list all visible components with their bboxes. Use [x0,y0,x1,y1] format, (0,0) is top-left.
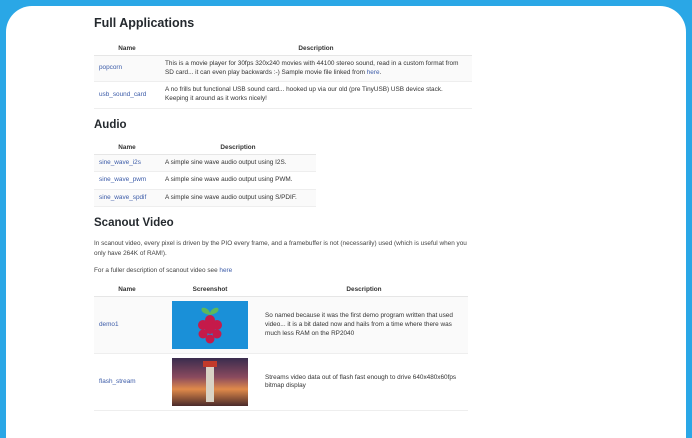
table-row: sine_wave_pwm A simple sine wave audio o… [94,171,316,190]
name-cell: popcorn [94,55,160,83]
table-header-row: Name Description [94,42,472,56]
description-text: This is a movie player for 30fps 320x240… [165,60,459,76]
table-row: popcorn This is a movie player for 30fps… [94,55,472,83]
name-cell: sine_wave_i2s [94,154,160,173]
scanout-table: Name Screenshot Description demo1 So nam… [94,283,468,412]
header-name: Name [94,42,160,56]
name-cell: usb_sound_card [94,81,160,109]
name-cell: sine_wave_pwm [94,171,160,190]
header-screenshot: Screenshot [160,283,260,298]
link-usb-sound-card[interactable]: usb_sound_card [99,91,146,98]
scanout-fuller-description: For a fuller description of scanout vide… [94,266,478,275]
screenshot-cell [160,353,260,412]
header-description: Description [160,42,472,56]
link-sine-wave-spdif[interactable]: sine_wave_spdif [99,194,146,201]
audio-table: Name Description sine_wave_i2s A simple … [94,140,316,208]
page-card: Full Applications Name Description popco… [6,6,686,438]
description-cell: Streams video data out of flash fast eno… [260,353,468,412]
header-name: Name [94,140,160,155]
full-applications-table: Name Description popcorn This is a movie… [94,42,472,109]
screenshot-cell [160,296,260,355]
description-cell: A no frills but functional USB sound car… [160,81,472,109]
section-title-full-applications: Full Applications [94,16,195,30]
link-sine-wave-i2s[interactable]: sine_wave_i2s [99,159,141,166]
name-cell: flash_stream [94,353,160,412]
header-description: Description [260,283,468,298]
section-title-audio: Audio [94,118,127,131]
link-here-scanout[interactable]: here [219,267,232,274]
table-row: sine_wave_i2s A simple sine wave audio o… [94,154,316,173]
table-row: demo1 So named because it was the first … [94,296,468,355]
table-header-row: Name Description [94,140,316,155]
link-here-sample-movie[interactable]: here [367,69,380,76]
lighthouse-photo-icon [172,358,248,407]
description-cell: A simple sine wave audio output using PW… [160,171,316,190]
name-cell: demo1 [94,296,160,355]
table-row: usb_sound_card A no frills but functiona… [94,81,472,109]
fuller-text: For a fuller description of scanout vide… [94,267,220,275]
header-description: Description [160,140,316,155]
name-cell: sine_wave_spdif [94,189,160,208]
table-row: flash_stream Streams video data out of f… [94,353,468,412]
readme-content: Full Applications Name Description popco… [94,16,478,412]
raspberry-pi-logo-icon [172,301,248,350]
section-title-scanout-video: Scanout Video [94,217,174,230]
scanout-intro: In scanout video, every pixel is driven … [94,240,467,257]
header-name: Name [94,283,160,298]
description-cell: A simple sine wave audio output using S/… [160,189,316,208]
description-cell: So named because it was the first demo p… [260,296,468,355]
description-text-end: . [379,68,382,76]
link-flash-stream[interactable]: flash_stream [99,378,136,385]
table-row: sine_wave_spdif A simple sine wave audio… [94,189,316,208]
description-cell: A simple sine wave audio output using I2… [160,154,316,173]
table-header-row: Name Screenshot Description [94,283,468,298]
link-demo1[interactable]: demo1 [99,321,119,328]
link-sine-wave-pwm[interactable]: sine_wave_pwm [99,176,146,183]
link-popcorn[interactable]: popcorn [99,64,122,71]
description-cell: This is a movie player for 30fps 320x240… [160,55,472,83]
